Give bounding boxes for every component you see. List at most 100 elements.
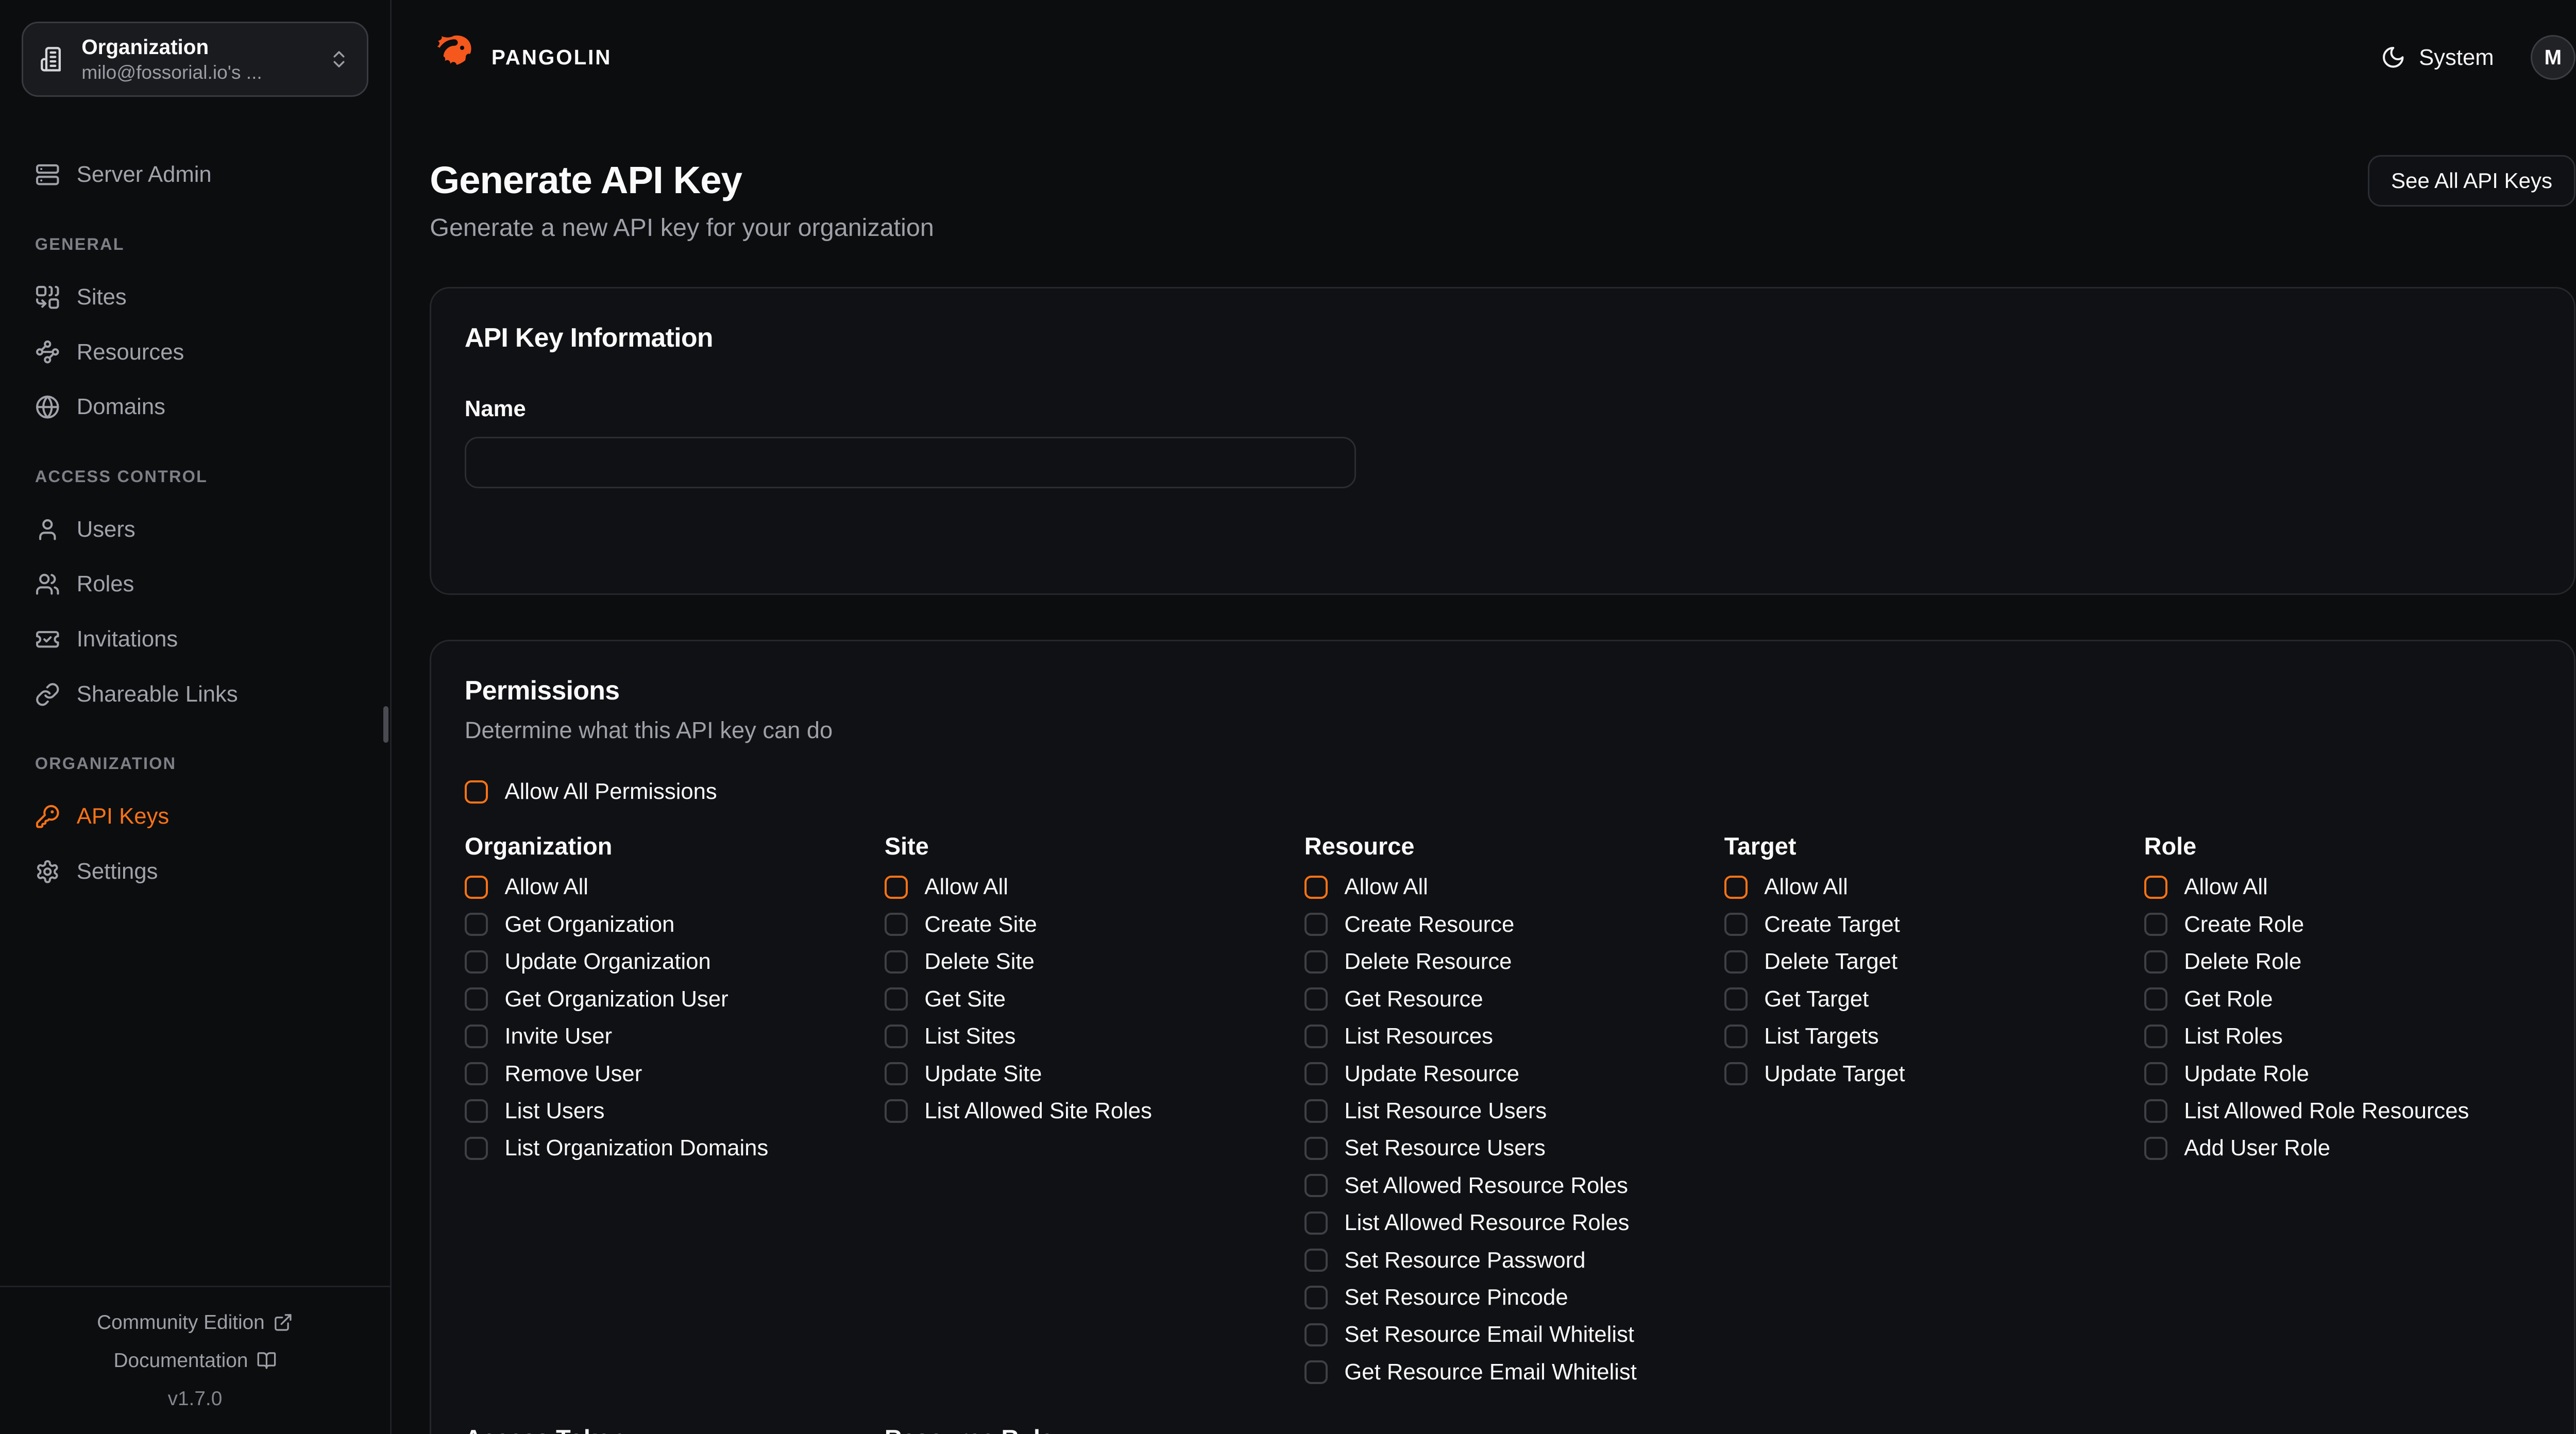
sidebar-item-settings[interactable]: Settings (22, 848, 368, 895)
checkbox-update-target[interactable] (1724, 1062, 1748, 1085)
permission-checkbox-row[interactable]: Delete Role (2144, 949, 2541, 975)
permission-checkbox-row[interactable]: Allow All (1304, 875, 1701, 900)
checkbox-set-allowed-resource-roles[interactable] (1304, 1174, 1328, 1197)
checkbox-list-organization-domains[interactable] (465, 1137, 488, 1160)
permission-checkbox-row[interactable]: Update Organization (465, 949, 861, 975)
checkbox-list-targets[interactable] (1724, 1025, 1748, 1048)
permission-checkbox-row[interactable]: Get Role (2144, 986, 2541, 1012)
checkbox-update-organization[interactable] (465, 950, 488, 974)
org-switcher[interactable]: Organization milo@fossorial.io's ... (22, 22, 368, 97)
permission-checkbox-row[interactable]: Allow All (1724, 875, 2121, 900)
checkbox-create-site[interactable] (885, 913, 908, 936)
permission-checkbox-row[interactable]: Set Allowed Resource Roles (1304, 1173, 1701, 1199)
checkbox-allow-all[interactable] (2144, 876, 2167, 899)
checkbox-add-user-role[interactable] (2144, 1137, 2167, 1160)
checkbox-get-organization-user[interactable] (465, 987, 488, 1011)
permission-checkbox-row[interactable]: Create Resource (1304, 912, 1701, 937)
permission-checkbox-row[interactable]: Get Organization (465, 912, 861, 937)
permission-checkbox-row[interactable]: Get Organization User (465, 986, 861, 1012)
sidebar-item-resources[interactable]: Resources (22, 329, 368, 375)
checkbox-delete-resource[interactable] (1304, 950, 1328, 974)
name-input[interactable] (465, 437, 1356, 488)
checkbox-create-resource[interactable] (1304, 913, 1328, 936)
checkbox-set-resource-users[interactable] (1304, 1137, 1328, 1160)
checkbox-list-allowed-site-roles[interactable] (885, 1099, 908, 1122)
permission-checkbox-row[interactable]: Set Resource Pincode (1304, 1285, 1701, 1310)
checkbox-update-site[interactable] (885, 1062, 908, 1085)
permission-checkbox-row[interactable]: Delete Site (885, 949, 1281, 975)
checkbox-update-role[interactable] (2144, 1062, 2167, 1085)
brand[interactable]: PANGOLIN (430, 33, 612, 82)
permission-checkbox-row[interactable]: Delete Resource (1304, 949, 1701, 975)
permission-checkbox-row[interactable]: Allow All (2144, 875, 2541, 900)
permission-checkbox-row[interactable]: List Organization Domains (465, 1136, 861, 1161)
permission-checkbox-row[interactable]: Get Target (1724, 986, 2121, 1012)
checkbox-set-resource-pincode[interactable] (1304, 1286, 1328, 1309)
sidebar-item-users[interactable]: Users (22, 506, 368, 553)
checkbox-allow-all[interactable] (1304, 876, 1328, 899)
checkbox-get-resource[interactable] (1304, 987, 1328, 1011)
documentation-link[interactable]: Documentation (113, 1342, 276, 1379)
sidebar-item-invitations[interactable]: Invitations (22, 616, 368, 663)
checkbox-list-users[interactable] (465, 1099, 488, 1122)
checkbox-create-role[interactable] (2144, 913, 2167, 936)
sidebar-item-sites[interactable]: Sites (22, 274, 368, 321)
permission-checkbox-row[interactable]: Add User Role (2144, 1136, 2541, 1161)
permission-checkbox-row[interactable]: Create Role (2144, 912, 2541, 937)
community-edition-link[interactable]: Community Edition (97, 1304, 293, 1341)
permission-checkbox-row[interactable]: Invite User (465, 1024, 861, 1049)
permission-checkbox-row[interactable]: Remove User (465, 1061, 861, 1086)
checkbox-delete-site[interactable] (885, 950, 908, 974)
permission-checkbox-row[interactable]: Delete Target (1724, 949, 2121, 975)
checkbox-delete-role[interactable] (2144, 950, 2167, 974)
user-avatar[interactable]: M (2531, 35, 2575, 80)
checkbox-list-resources[interactable] (1304, 1025, 1328, 1048)
permission-checkbox-row[interactable]: Update Target (1724, 1061, 2121, 1086)
permission-checkbox-row[interactable]: Allow All (885, 875, 1281, 900)
permission-checkbox-row[interactable]: List Roles (2144, 1024, 2541, 1049)
checkbox-create-target[interactable] (1724, 913, 1748, 936)
sidebar-item-roles[interactable]: Roles (22, 561, 368, 608)
permission-checkbox-row[interactable]: List Users (465, 1099, 861, 1124)
sidebar-item-domains[interactable]: Domains (22, 384, 368, 431)
sidebar-item-server-admin[interactable]: Server Admin (22, 151, 368, 198)
allow-all-permissions-checkbox[interactable] (465, 780, 488, 804)
sidebar-scrollbar-thumb[interactable] (383, 706, 388, 743)
checkbox-get-role[interactable] (2144, 987, 2167, 1011)
checkbox-invite-user[interactable] (465, 1025, 488, 1048)
checkbox-allow-all[interactable] (1724, 876, 1748, 899)
checkbox-list-sites[interactable] (885, 1025, 908, 1048)
checkbox-set-resource-email-whitelist[interactable] (1304, 1323, 1328, 1346)
permission-checkbox-row[interactable]: Create Site (885, 912, 1281, 937)
see-all-api-keys-button[interactable]: See All API Keys (2368, 155, 2575, 207)
permission-checkbox-row[interactable]: List Allowed Role Resources (2144, 1099, 2541, 1124)
permission-checkbox-row[interactable]: Update Resource (1304, 1061, 1701, 1086)
checkbox-remove-user[interactable] (465, 1062, 488, 1085)
permission-checkbox-row[interactable]: List Resource Users (1304, 1099, 1701, 1124)
permission-checkbox-row[interactable]: Update Role (2144, 1061, 2541, 1086)
permission-checkbox-row[interactable]: Get Site (885, 986, 1281, 1012)
checkbox-set-resource-password[interactable] (1304, 1249, 1328, 1272)
checkbox-list-resource-users[interactable] (1304, 1099, 1328, 1122)
permission-checkbox-row[interactable]: Set Resource Users (1304, 1136, 1701, 1161)
permission-checkbox-row[interactable]: Get Resource (1304, 986, 1701, 1012)
checkbox-delete-target[interactable] (1724, 950, 1748, 974)
checkbox-update-resource[interactable] (1304, 1062, 1328, 1085)
checkbox-get-resource-email-whitelist[interactable] (1304, 1360, 1328, 1384)
sidebar-item-shareable-links[interactable]: Shareable Links (22, 671, 368, 718)
permission-checkbox-row[interactable]: Allow All (465, 875, 861, 900)
permission-checkbox-row[interactable]: List Allowed Site Roles (885, 1099, 1281, 1124)
checkbox-list-allowed-role-resources[interactable] (2144, 1099, 2167, 1122)
permission-checkbox-row[interactable]: Get Resource Email Whitelist (1304, 1360, 1701, 1385)
permission-checkbox-row[interactable]: List Sites (885, 1024, 1281, 1049)
permission-checkbox-row[interactable]: Create Target (1724, 912, 2121, 937)
checkbox-allow-all[interactable] (465, 876, 488, 899)
permission-checkbox-row[interactable]: List Targets (1724, 1024, 2121, 1049)
checkbox-get-target[interactable] (1724, 987, 1748, 1011)
allow-all-permissions-row[interactable]: Allow All Permissions (465, 779, 2540, 805)
checkbox-list-roles[interactable] (2144, 1025, 2167, 1048)
sidebar-item-api-keys[interactable]: API Keys (22, 793, 368, 840)
checkbox-allow-all[interactable] (885, 876, 908, 899)
permission-checkbox-row[interactable]: List Resources (1304, 1024, 1701, 1049)
permission-checkbox-row[interactable]: Set Resource Password (1304, 1248, 1701, 1273)
